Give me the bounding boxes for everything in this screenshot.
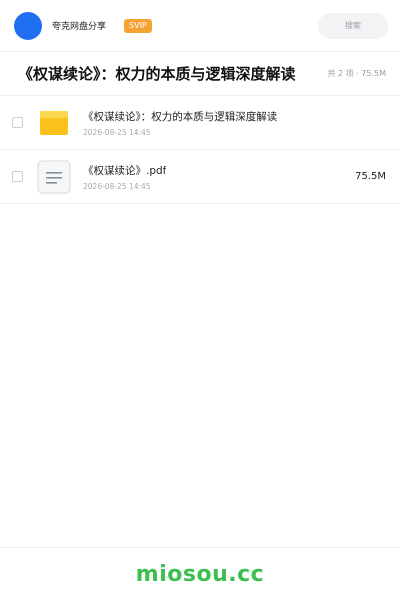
file-date: 2026-08-25 14:45 bbox=[83, 127, 151, 137]
document-icon bbox=[37, 160, 71, 194]
site-watermark: miosou.cc bbox=[135, 561, 265, 587]
file-size: 75.5M bbox=[355, 171, 386, 182]
list-item-folder[interactable]: 《权谋续论》：权力的本质与逻辑深度解读 2026-08-25 14:45 bbox=[0, 96, 400, 150]
file-date: 2026-08-25 14:45 bbox=[83, 181, 151, 191]
file-name[interactable]: 《权谋续论》.pdf bbox=[83, 163, 166, 178]
search-button[interactable]: 搜索 bbox=[318, 12, 388, 39]
page-title: 《权谋续论》：权力的本质与逻辑深度解读 bbox=[18, 65, 296, 83]
folder-icon bbox=[37, 109, 71, 137]
select-checkbox[interactable] bbox=[12, 171, 23, 182]
file-info: 《权谋续论》：权力的本质与逻辑深度解读 2026-08-25 14:45 bbox=[83, 109, 277, 137]
list-item-pdf[interactable]: 《权谋续论》.pdf 2026-08-25 14:45 75.5M bbox=[0, 150, 400, 204]
file-name[interactable]: 《权谋续论》：权力的本质与逻辑深度解读 bbox=[83, 109, 277, 124]
avatar[interactable] bbox=[14, 11, 42, 40]
select-checkbox[interactable] bbox=[12, 117, 23, 128]
folder-meta: 共 2 项 · 75.5M bbox=[327, 69, 386, 78]
top-bar: 夸克网盘分享 SVIP 搜索 bbox=[0, 0, 400, 52]
svip-badge: SVIP bbox=[124, 18, 152, 33]
file-list: 《权谋续论》：权力的本质与逻辑深度解读 2026-08-25 14:45 《权谋… bbox=[0, 96, 400, 204]
folder-title-bar: 《权谋续论》：权力的本质与逻辑深度解读 共 2 项 · 75.5M bbox=[0, 52, 400, 96]
footer: miosou.cc bbox=[0, 547, 400, 600]
brand-name: 夸克网盘分享 bbox=[52, 22, 107, 32]
file-info: 《权谋续论》.pdf 2026-08-25 14:45 bbox=[83, 163, 166, 191]
